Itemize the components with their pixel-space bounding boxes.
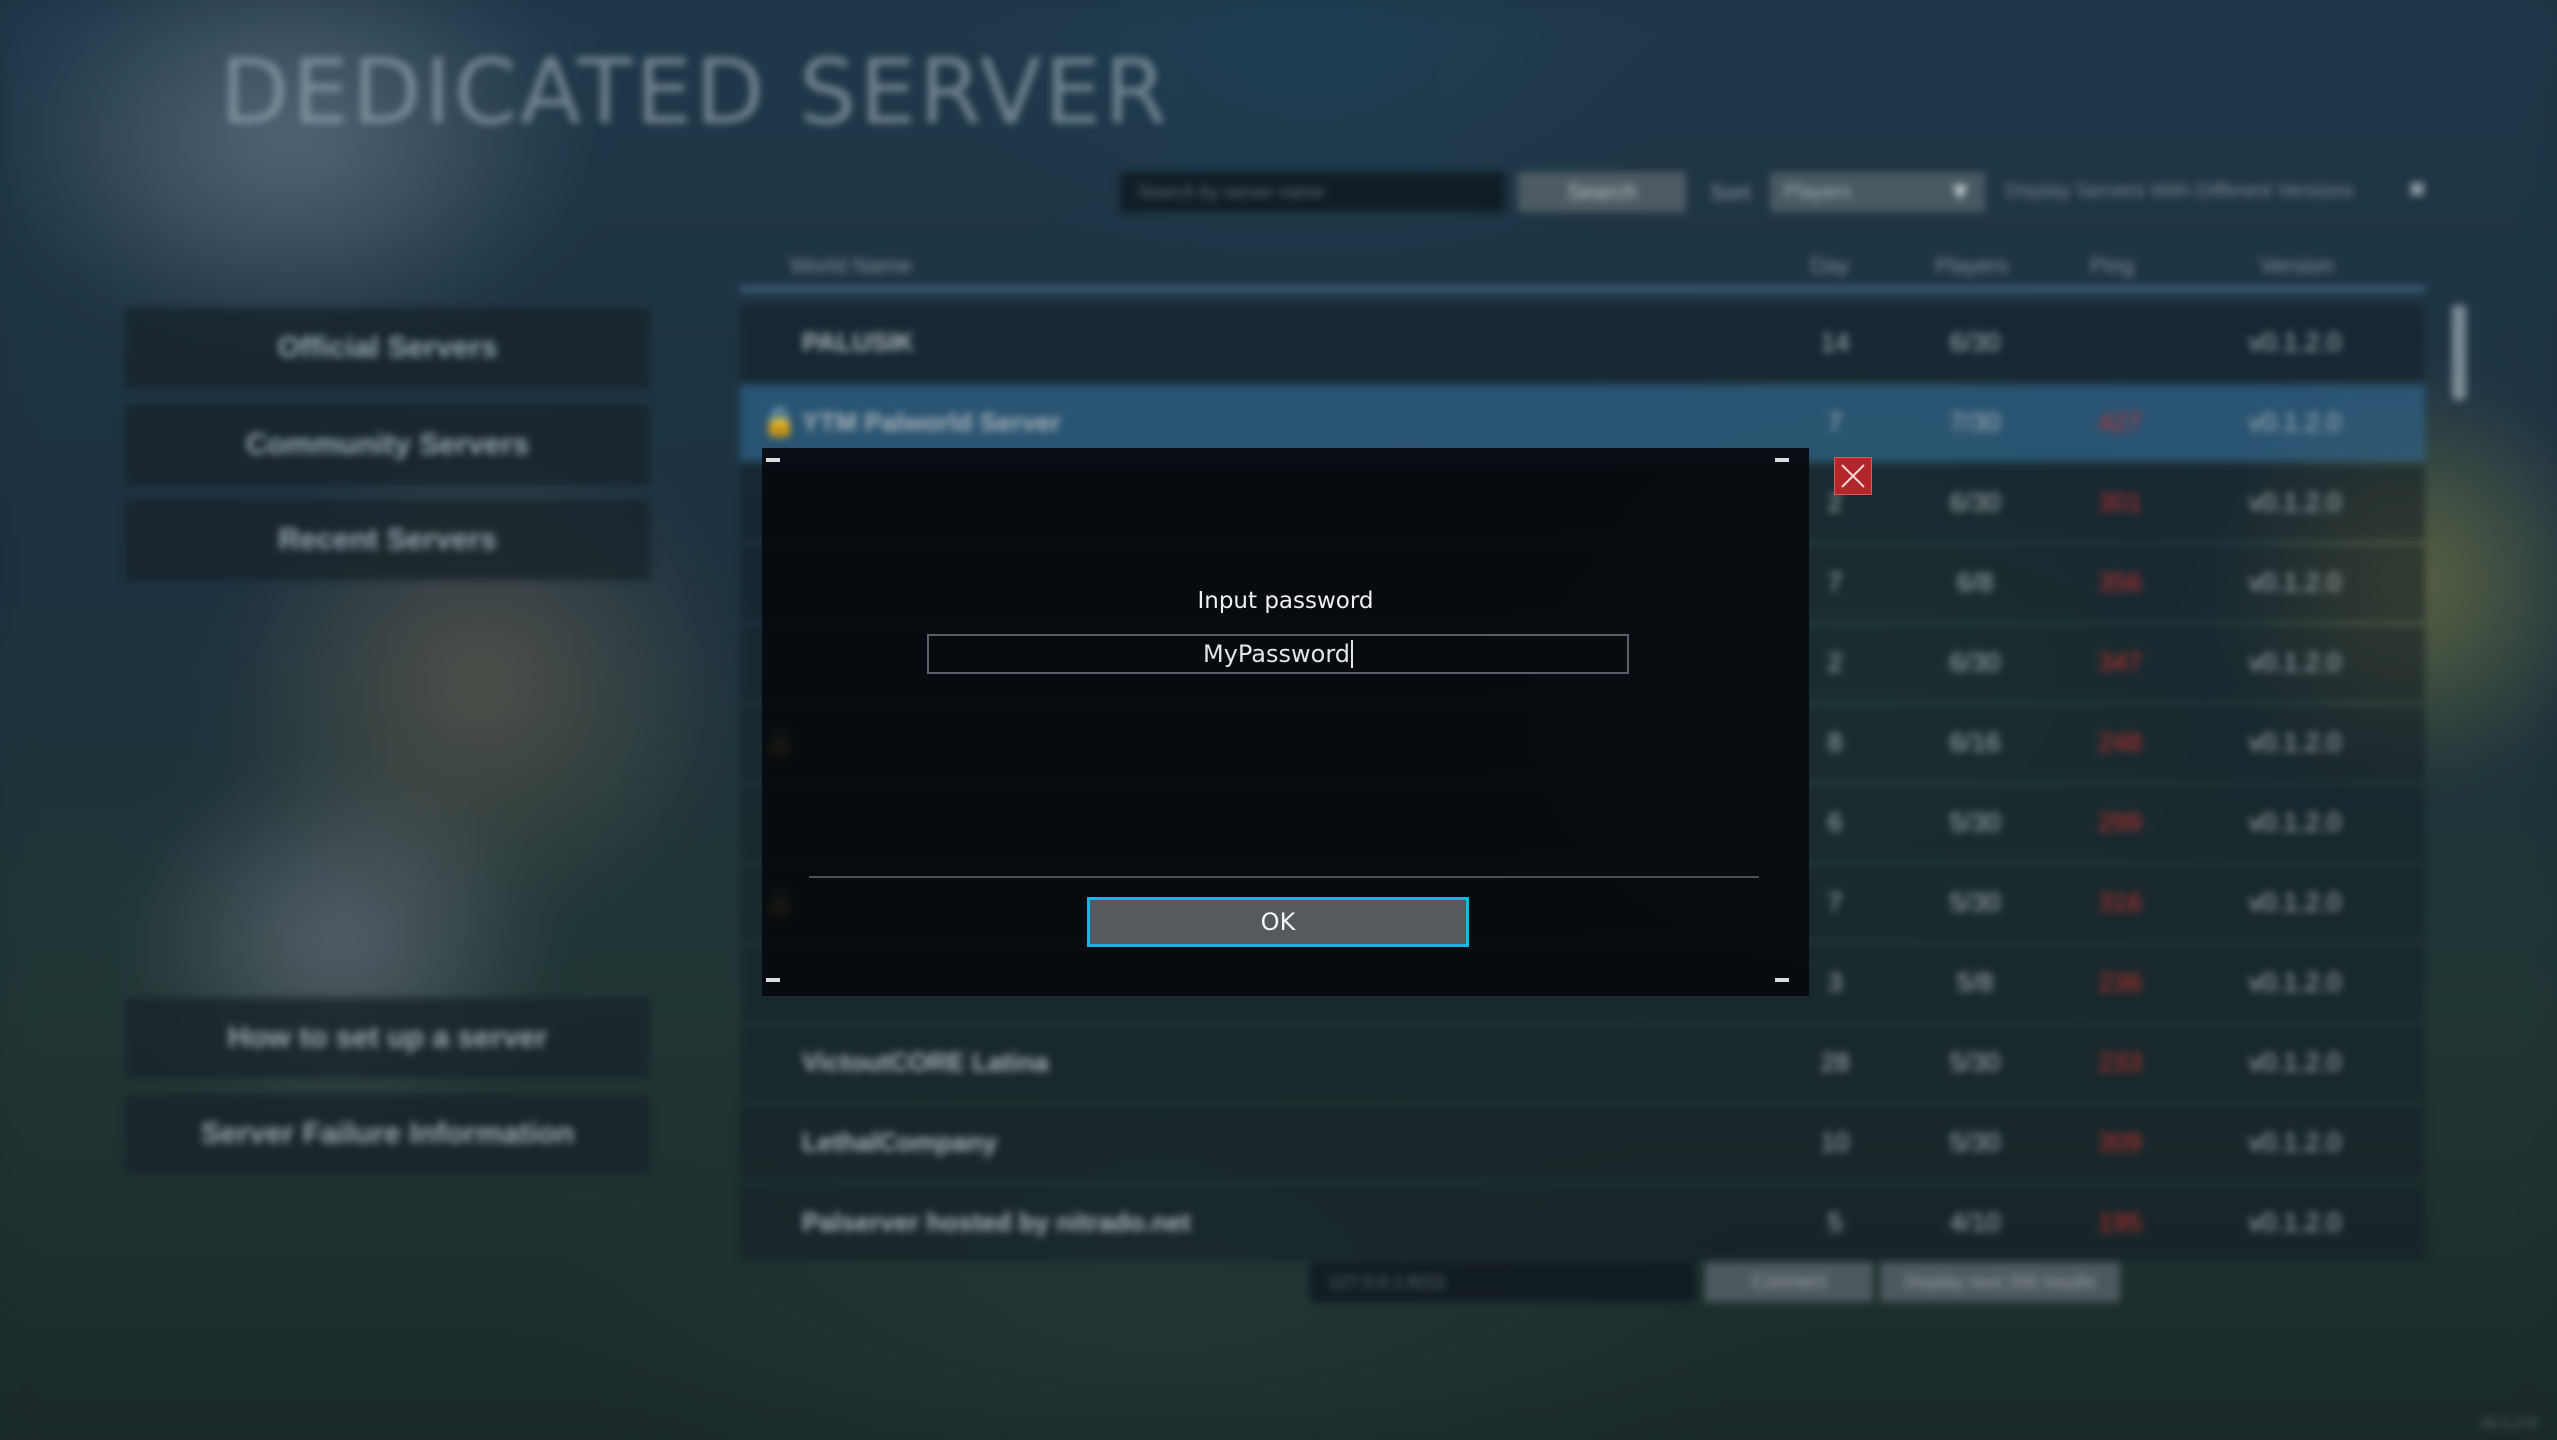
close-dialog-button[interactable] bbox=[1834, 457, 1872, 495]
server-version: v0.1.2.0 bbox=[2248, 647, 2342, 677]
server-ping: 309 bbox=[2098, 1127, 2142, 1157]
server-players: 4/10 bbox=[1949, 1207, 2001, 1237]
recent-servers-button[interactable]: Recent Servers bbox=[125, 500, 650, 580]
dialog-corner bbox=[766, 458, 780, 462]
server-search-input[interactable]: Search by server name bbox=[1120, 172, 1505, 212]
server-players: 6/8 bbox=[1956, 567, 1994, 597]
server-version: v0.1.2.0 bbox=[2248, 967, 2342, 997]
lock-icon: 🔒 bbox=[762, 406, 797, 437]
server-ping: 356 bbox=[2098, 567, 2142, 597]
server-failure-info-button[interactable]: Server Failure Information bbox=[125, 1094, 650, 1174]
server-day: 6 bbox=[1827, 807, 1843, 837]
server-ping: 301 bbox=[2098, 487, 2142, 517]
server-players: 6/16 bbox=[1949, 727, 2001, 757]
server-day: 7 bbox=[1827, 887, 1843, 917]
server-ping: 427 bbox=[2098, 407, 2142, 437]
scrollbar[interactable] bbox=[2452, 305, 2466, 400]
page-title: DEDICATED SERVER bbox=[220, 40, 1170, 145]
community-servers-button[interactable]: Community Servers bbox=[125, 405, 650, 485]
server-ping: 236 bbox=[2098, 967, 2142, 997]
official-servers-button[interactable]: Official Servers bbox=[125, 308, 650, 388]
text-caret bbox=[1351, 640, 1353, 668]
dialog-divider bbox=[809, 876, 1759, 878]
server-ping: 248 bbox=[2098, 727, 2142, 757]
game-version: v0.1.2.0 bbox=[2480, 1415, 2537, 1432]
dialog-corner bbox=[766, 978, 780, 982]
server-row[interactable]: VictoutCORE Latina 28 5/30 233 v0.1.2.0 bbox=[740, 1025, 2425, 1101]
dialog-title: Input password bbox=[1197, 588, 1374, 614]
server-name: PALUSIK bbox=[802, 327, 915, 357]
how-to-setup-server-button[interactable]: How to set up a server bbox=[125, 998, 650, 1078]
server-day: 14 bbox=[1820, 327, 1850, 357]
server-ping: 233 bbox=[2098, 1047, 2142, 1077]
server-version: v0.1.2.0 bbox=[2248, 407, 2342, 437]
sort-select[interactable]: Players ▼ bbox=[1770, 172, 1985, 212]
server-players: 7/30 bbox=[1949, 407, 2001, 437]
server-players: 5/30 bbox=[1949, 1047, 2001, 1077]
server-version: v0.1.2.0 bbox=[2248, 727, 2342, 757]
password-dialog: Input password MyPassword OK bbox=[762, 448, 1809, 996]
server-version: v0.1.2.0 bbox=[2248, 1207, 2342, 1237]
password-value: MyPassword bbox=[1202, 640, 1350, 668]
version-filter-label: Display Servers With Different Versions bbox=[2005, 180, 2354, 202]
chevron-down-icon: ▼ bbox=[1947, 176, 1973, 206]
server-players: 6/30 bbox=[1949, 327, 2001, 357]
sort-label: Sort bbox=[1710, 180, 1751, 205]
server-day: 8 bbox=[1827, 727, 1843, 757]
server-players: 5/30 bbox=[1949, 807, 2001, 837]
server-version: v0.1.2.0 bbox=[2248, 1127, 2342, 1157]
password-input[interactable]: MyPassword bbox=[927, 634, 1629, 674]
server-ping: 347 bbox=[2098, 647, 2142, 677]
dialog-corner bbox=[1775, 978, 1789, 982]
server-players: 5/30 bbox=[1949, 887, 2001, 917]
server-players: 6/30 bbox=[1949, 487, 2001, 517]
server-day: 7 bbox=[1827, 567, 1843, 597]
server-players: 5/30 bbox=[1949, 1127, 2001, 1157]
ok-button[interactable]: OK bbox=[1087, 897, 1469, 947]
server-version: v0.1.2.0 bbox=[2248, 887, 2342, 917]
server-name: LethalCompany bbox=[802, 1127, 998, 1157]
server-day: 28 bbox=[1820, 1047, 1850, 1077]
connect-button[interactable]: Connect bbox=[1705, 1262, 1873, 1302]
server-day: 10 bbox=[1820, 1127, 1850, 1157]
server-version: v0.1.2.0 bbox=[2248, 807, 2342, 837]
server-row[interactable]: PALUSIK 14 6/30 v0.1.2.0 bbox=[740, 305, 2425, 381]
server-name: VictoutCORE Latina bbox=[802, 1047, 1049, 1077]
server-version: v0.1.2.0 bbox=[2248, 1047, 2342, 1077]
server-row[interactable]: Palserver hosted by nitrado.net 5 4/10 195 v… bbox=[740, 1185, 2425, 1261]
sort-value: Players bbox=[1784, 180, 1851, 203]
server-row[interactable]: LethalCompany 10 5/30 309 v0.1.2.0 bbox=[740, 1105, 2425, 1181]
column-version[interactable]: Version bbox=[2260, 253, 2333, 279]
search-placeholder: Search by server name bbox=[1138, 181, 1325, 202]
server-version: v0.1.2.0 bbox=[2248, 487, 2342, 517]
server-day: 5 bbox=[1827, 1207, 1843, 1237]
close-icon bbox=[1841, 464, 1865, 488]
column-day[interactable]: Day bbox=[1810, 253, 1849, 279]
server-day: 3 bbox=[1827, 967, 1843, 997]
server-version: v0.1.2.0 bbox=[2248, 567, 2342, 597]
search-button[interactable]: Search bbox=[1518, 172, 1686, 212]
display-next-results-button[interactable]: Display next 200 results bbox=[1880, 1262, 2120, 1302]
column-world-name[interactable]: World Name bbox=[790, 253, 912, 279]
server-players: 6/30 bbox=[1949, 647, 2001, 677]
dialog-corner bbox=[1775, 458, 1789, 462]
column-ping[interactable]: Ping bbox=[2090, 253, 2134, 279]
table-header: World Name Day Players Ping Version bbox=[740, 245, 2425, 291]
ip-placeholder: 127.0.0.1:8211 bbox=[1328, 1271, 1447, 1292]
server-ping: 195 bbox=[2098, 1207, 2142, 1237]
version-filter-checkbox[interactable]: ✖ bbox=[2408, 179, 2428, 201]
server-day: 2 bbox=[1827, 647, 1843, 677]
server-version: v0.1.2.0 bbox=[2248, 327, 2342, 357]
server-name: Palserver hosted by nitrado.net bbox=[802, 1207, 1191, 1237]
server-name: YTM Palworld Server bbox=[802, 407, 1061, 437]
column-players[interactable]: Players bbox=[1935, 253, 2008, 279]
ip-address-input[interactable]: 127.0.0.1:8211 bbox=[1310, 1262, 1695, 1302]
server-day: 7 bbox=[1827, 407, 1843, 437]
server-ping: 299 bbox=[2098, 807, 2142, 837]
server-players: 5/8 bbox=[1956, 967, 1994, 997]
server-ping: 316 bbox=[2098, 887, 2142, 917]
